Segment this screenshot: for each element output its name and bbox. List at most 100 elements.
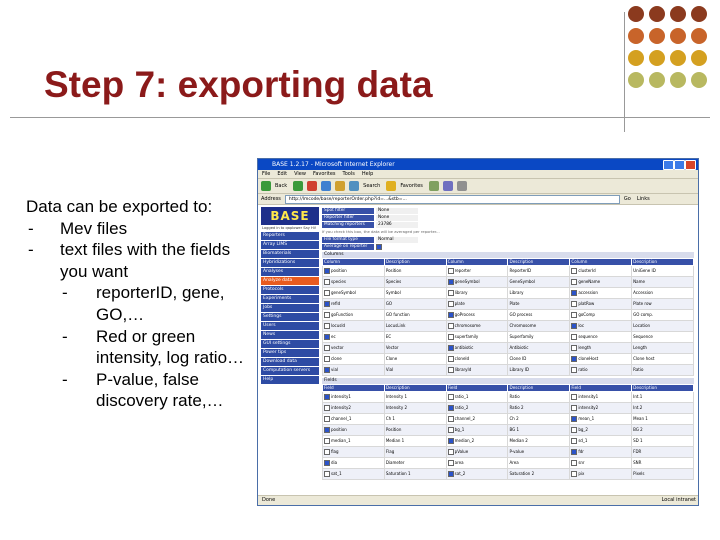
menu-item[interactable]: Tools [343,171,355,177]
columns-checkbox[interactable] [571,300,578,307]
sidebar-extra-link[interactable]: Help [261,376,319,385]
sidebar-link[interactable]: Biomaterials [261,250,319,259]
sidebar-link[interactable]: Analyses [261,268,319,277]
print-icon[interactable] [456,181,467,191]
mail-icon[interactable] [442,181,453,191]
sidebar-link[interactable]: Experiments [261,295,319,304]
search-button-label[interactable]: Search [363,183,380,189]
fields-checkbox[interactable] [447,470,454,477]
columns-checkbox[interactable] [571,278,578,285]
columns-checkbox[interactable] [324,289,330,296]
refresh-icon[interactable] [321,181,332,191]
columns-checkbox[interactable] [324,333,330,340]
minimize-icon[interactable] [663,160,674,170]
columns-checkbox[interactable] [571,322,578,329]
sidebar-link[interactable]: Reporters [261,232,319,241]
file-format-select[interactable]: Normal [376,236,418,243]
fields-checkbox[interactable] [571,437,578,444]
sidebar-link[interactable]: GUI settings [261,340,319,349]
menu-item[interactable]: Help [362,171,373,177]
fields-checkbox[interactable] [324,459,330,466]
columns-checkbox[interactable] [447,267,454,274]
columns-checkbox[interactable] [324,366,330,373]
fields-checkbox[interactable] [324,426,330,433]
back-icon[interactable] [261,181,271,191]
columns-checkbox[interactable] [324,311,330,318]
fields-checkbox[interactable] [447,415,454,422]
favorites-icon[interactable] [386,181,397,191]
columns-cell-text: Ratio [633,367,644,373]
columns-checkbox[interactable] [324,344,330,351]
fields-checkbox[interactable] [571,470,578,477]
fields-checkbox[interactable] [447,393,454,400]
columns-checkbox[interactable] [324,355,330,362]
columns-checkbox[interactable] [447,322,454,329]
address-input[interactable]: http://lmcode/base/reporterOrder.php?id=… [284,194,620,204]
sidebar-link[interactable]: Power tips [261,349,319,358]
fields-checkbox[interactable] [324,437,330,444]
sidebar-link[interactable]: News [261,331,319,340]
columns-checkbox[interactable] [571,344,578,351]
fields-checkbox[interactable] [571,404,578,411]
columns-checkbox[interactable] [447,344,454,351]
columns-checkbox[interactable] [447,289,454,296]
columns-checkbox[interactable] [324,300,330,307]
columns-checkbox[interactable] [571,311,578,318]
menu-item[interactable]: Edit [277,171,287,177]
fields-checkbox[interactable] [447,426,454,433]
columns-checkbox[interactable] [324,267,330,274]
forward-icon[interactable] [293,181,304,191]
sidebar-extra-link[interactable]: Download data [261,358,319,367]
columns-checkbox[interactable] [571,267,578,274]
close-icon[interactable] [685,160,696,170]
columns-checkbox[interactable] [324,278,330,285]
columns-checkbox[interactable] [571,355,578,362]
search-icon[interactable] [349,181,360,191]
sidebar-link[interactable]: Protocols [261,286,319,295]
fields-checkbox[interactable] [324,470,330,477]
fields-checkbox[interactable] [324,404,330,411]
menu-item[interactable]: Favorites [313,171,336,177]
menu-item[interactable]: File [262,171,270,177]
columns-checkbox[interactable] [571,289,578,296]
average-checkbox[interactable] [376,243,382,250]
columns-checkbox[interactable] [447,355,454,362]
fields-checkbox[interactable] [571,448,578,455]
fields-checkbox[interactable] [324,393,330,400]
home-icon[interactable] [335,181,346,191]
fields-checkbox[interactable] [447,404,454,411]
columns-checkbox[interactable] [324,322,330,329]
sidebar-link[interactable]: Users [261,322,319,331]
links-button[interactable]: Links [637,196,650,202]
fields-checkbox[interactable] [571,459,578,466]
sidebar-link[interactable]: Array LIMS [261,241,319,250]
stop-icon[interactable] [307,181,318,191]
back-button-label[interactable]: Back [275,183,287,189]
maximize-icon[interactable] [674,160,685,170]
columns-checkbox[interactable] [571,366,578,373]
fields-checkbox[interactable] [571,393,578,400]
columns-checkbox[interactable] [571,333,578,340]
fields-checkbox[interactable] [447,448,454,455]
history-icon[interactable] [428,181,439,191]
sidebar-link[interactable]: Hybridizations [261,259,319,268]
columns-cell: Clone [383,352,447,365]
fields-checkbox[interactable] [571,415,578,422]
favorites-button-label[interactable]: Favorites [400,183,423,189]
sidebar-link[interactable]: Jobs [261,304,319,313]
columns-checkbox[interactable] [447,333,454,340]
columns-checkbox[interactable] [447,300,454,307]
menu-item[interactable]: View [294,171,306,177]
fields-checkbox[interactable] [324,415,330,422]
sidebar-extra-link[interactable]: Computation servers [261,367,319,376]
fields-checkbox[interactable] [324,448,330,455]
fields-checkbox[interactable] [447,437,454,444]
columns-checkbox[interactable] [447,366,454,373]
columns-checkbox[interactable] [447,278,454,285]
fields-checkbox[interactable] [571,426,578,433]
fields-checkbox[interactable] [447,459,454,466]
columns-checkbox[interactable] [447,311,454,318]
sidebar-link[interactable]: Settings [261,313,319,322]
sidebar-link[interactable]: Analyze data [261,277,319,286]
go-button[interactable]: Go [624,196,631,202]
